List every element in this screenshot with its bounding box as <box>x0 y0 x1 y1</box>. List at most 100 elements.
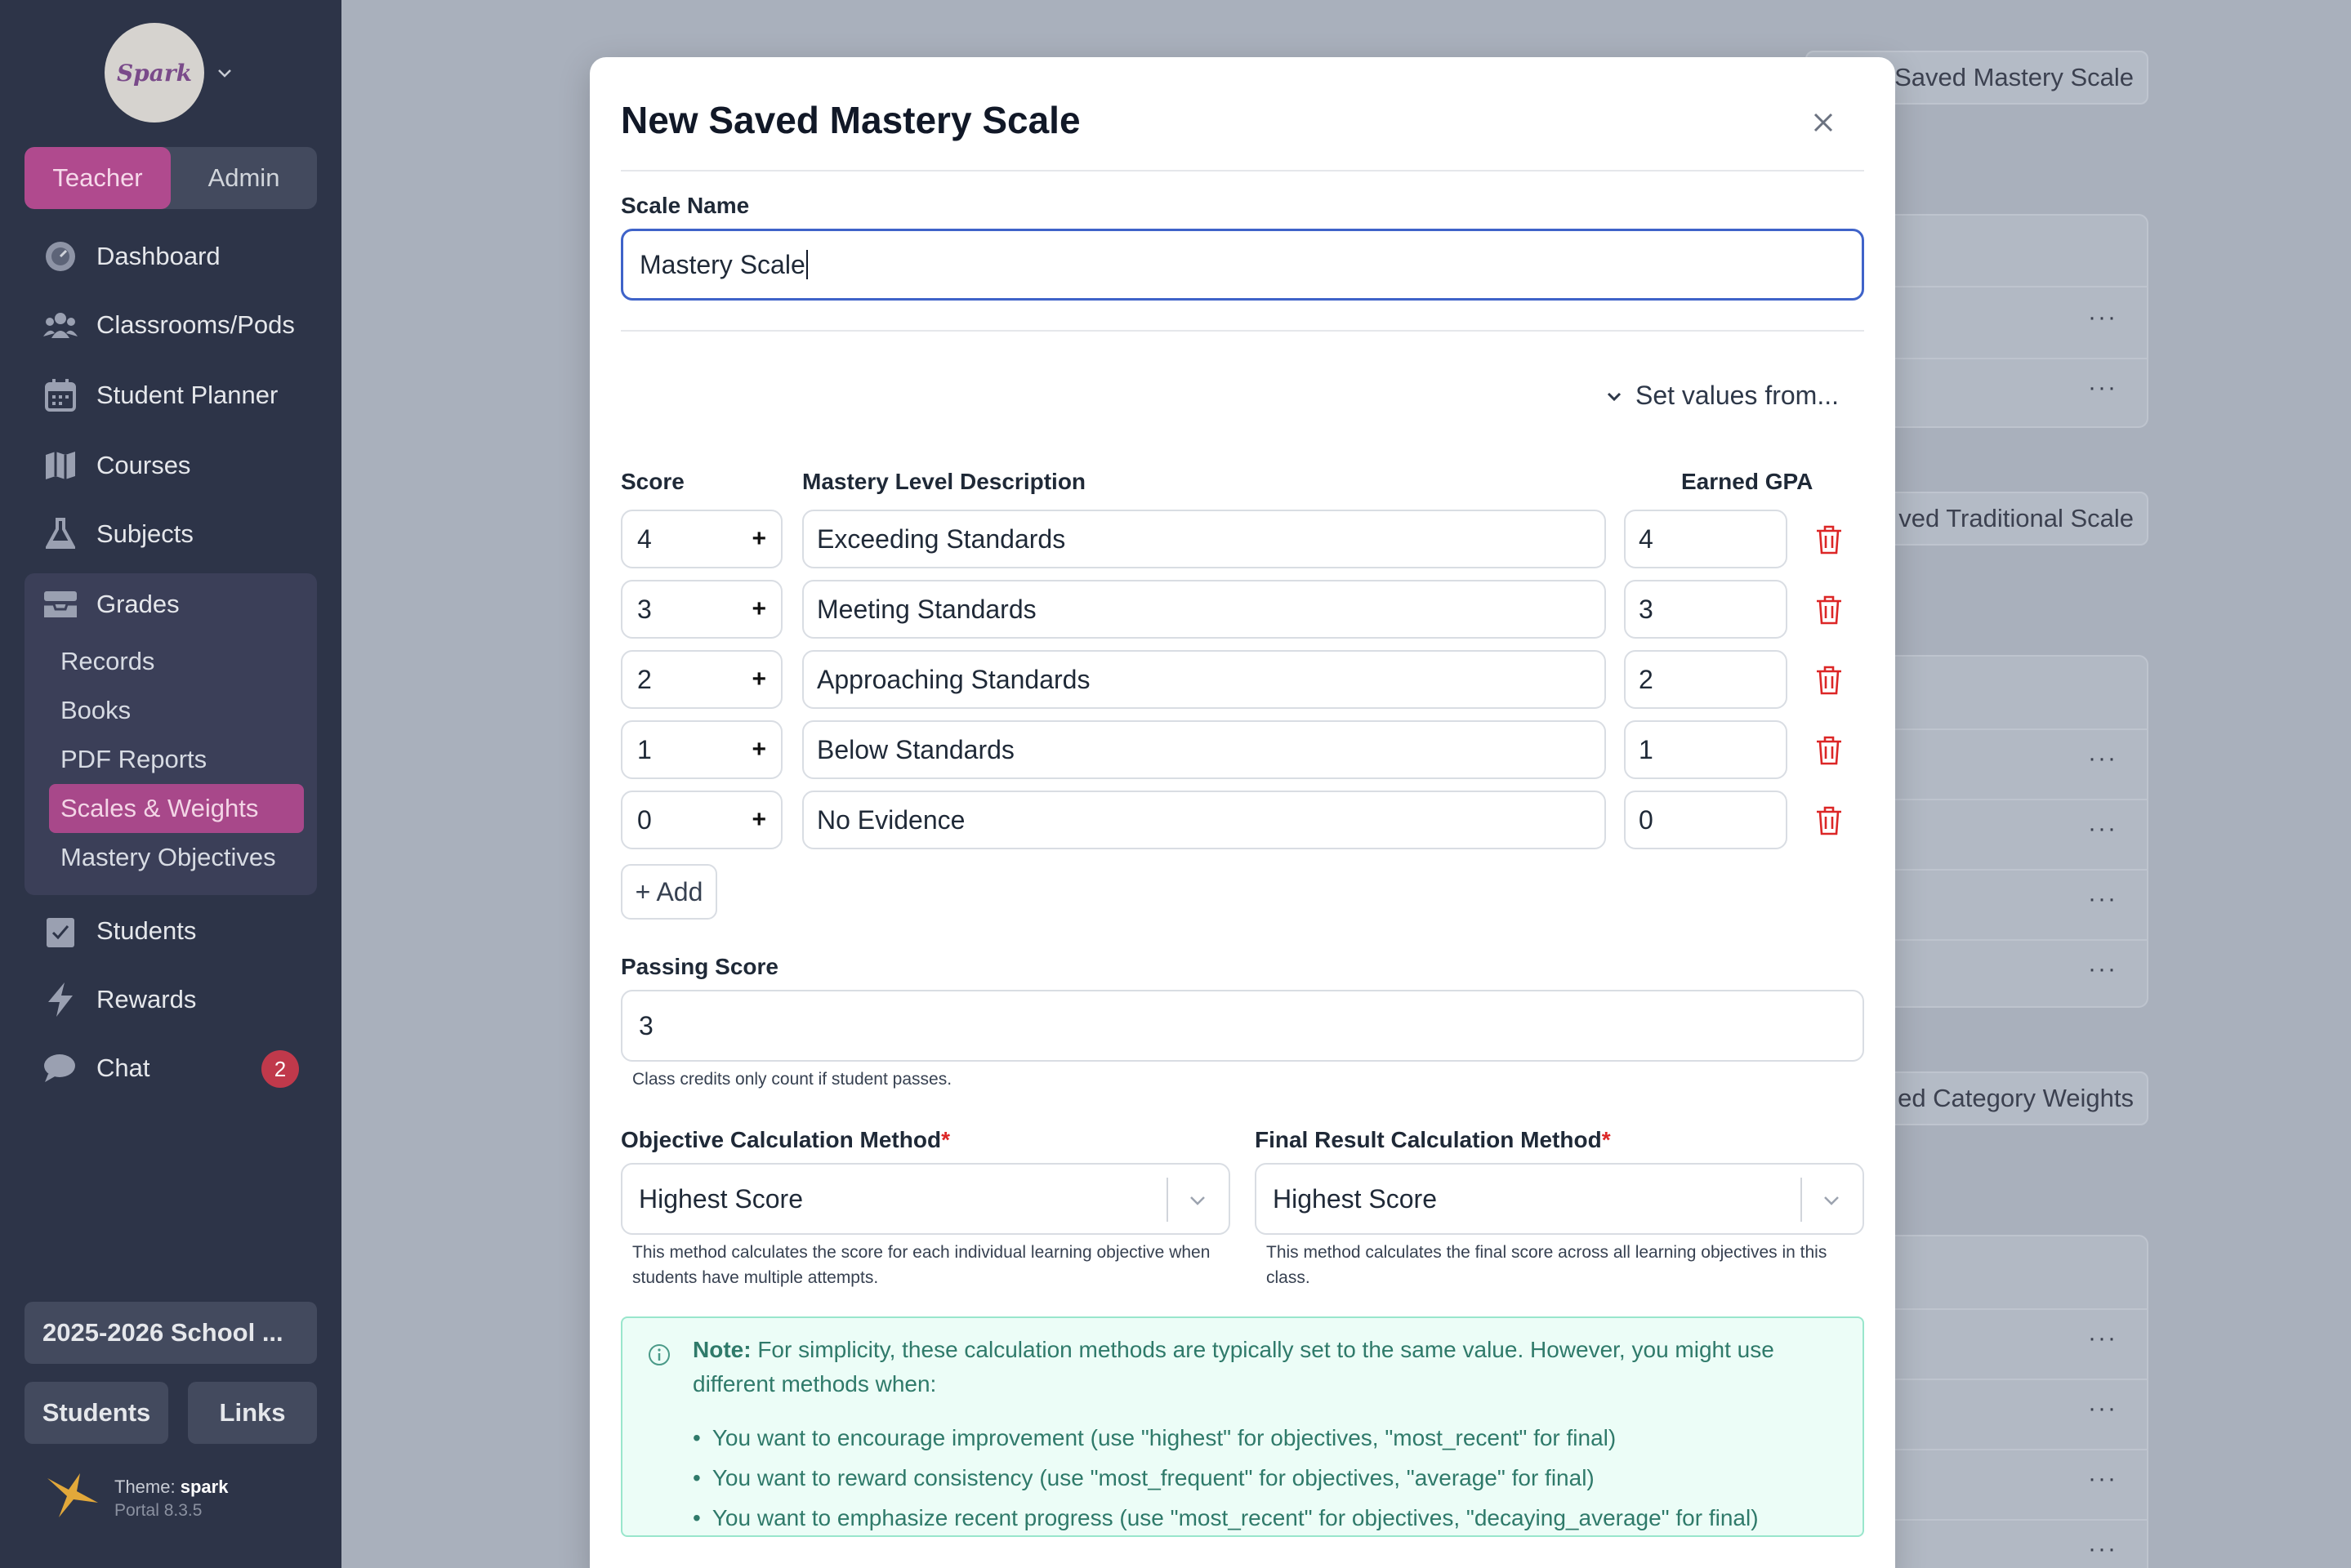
students-button[interactable]: Students <box>25 1382 168 1444</box>
nav-chat[interactable]: Chat <box>42 1044 149 1093</box>
sub-records[interactable]: Records <box>60 647 154 676</box>
bg-divider <box>1879 939 2148 941</box>
scale-name-label: Scale Name <box>621 193 750 218</box>
nav-label: Student Planner <box>96 381 279 409</box>
nav-student-planner[interactable]: Student Planner <box>42 371 278 420</box>
trash-icon[interactable] <box>1815 735 1843 766</box>
nav-classrooms[interactable]: Classrooms/Pods <box>42 301 295 350</box>
final-method-hint: This method calculates the final score a… <box>1266 1243 1827 1287</box>
trash-icon[interactable] <box>1815 805 1843 836</box>
scale-name-value: Mastery Scale <box>640 249 805 279</box>
bg-more-icon: ··· <box>2088 745 2117 772</box>
objective-method-value: Highest Score <box>639 1183 803 1214</box>
score-value: 4 <box>637 523 652 554</box>
gpa-input[interactable]: 4 <box>1624 510 1787 568</box>
plus-icon[interactable]: + <box>752 736 766 764</box>
set-values-dropdown[interactable]: Set values from... <box>1604 381 1839 411</box>
portal-version: Portal 8.3.5 <box>114 1501 203 1520</box>
objective-method-select[interactable]: Highest Score <box>621 1163 1230 1235</box>
description-input[interactable]: Approaching Standards <box>802 650 1606 709</box>
bg-more-icon: ··· <box>2088 1465 2117 1492</box>
theme-name: spark <box>180 1477 229 1497</box>
bg-more-icon: ··· <box>2088 374 2117 401</box>
modal-title: New Saved Mastery Scale <box>621 99 1081 141</box>
bg-divider <box>1879 1449 2148 1450</box>
close-icon[interactable] <box>1807 106 1840 139</box>
bg-divider <box>1879 1519 2148 1521</box>
note-text: Note: For simplicity, these calculation … <box>693 1333 1836 1401</box>
nav-label: Chat <box>96 1054 150 1082</box>
bg-divider <box>1879 1379 2148 1380</box>
bg-divider <box>1879 358 2148 359</box>
trash-icon[interactable] <box>1815 595 1843 626</box>
description-input[interactable]: Below Standards <box>802 720 1606 779</box>
chevron-down-icon <box>1190 1196 1205 1205</box>
inbox-icon <box>42 586 78 622</box>
nav-label: Students <box>96 916 197 945</box>
description-input[interactable]: Meeting Standards <box>802 580 1606 639</box>
nav-grades[interactable]: Grades <box>42 580 180 629</box>
gpa-input[interactable]: 1 <box>1624 720 1787 779</box>
nav-students[interactable]: Students <box>42 906 196 956</box>
school-year-selector[interactable]: 2025-2026 School ... <box>25 1302 317 1364</box>
spark-theme-icon <box>47 1473 98 1517</box>
select-separator <box>1167 1178 1168 1222</box>
description-input[interactable]: Exceeding Standards <box>802 510 1606 568</box>
nav-label: Grades <box>96 590 180 618</box>
sub-mastery-objectives[interactable]: Mastery Objectives <box>60 843 276 872</box>
sub-books[interactable]: Books <box>60 696 131 725</box>
sub-scales-weights[interactable]: Scales & Weights <box>60 794 258 823</box>
text-caret <box>805 250 808 279</box>
final-method-select[interactable]: Highest Score <box>1255 1163 1864 1235</box>
bolt-icon <box>42 982 78 1018</box>
sub-pdf-reports[interactable]: PDF Reports <box>60 745 207 774</box>
links-button[interactable]: Links <box>188 1382 317 1444</box>
bg-more-icon: ··· <box>2088 1395 2117 1422</box>
role-teacher-button[interactable]: Teacher <box>25 147 171 209</box>
passing-score-input[interactable]: 3 <box>621 990 1864 1062</box>
nav-courses[interactable]: Courses <box>42 441 190 490</box>
add-row-button[interactable]: + Add <box>621 864 717 920</box>
note-list: You want to encourage improvement (use "… <box>693 1418 1759 1538</box>
trash-icon[interactable] <box>1815 524 1843 555</box>
objective-method-label: Objective Calculation Method* <box>621 1127 950 1153</box>
scale-name-input[interactable]: Mastery Scale <box>621 229 1864 301</box>
score-input[interactable]: 3 + <box>621 580 783 639</box>
gpa-input[interactable]: 2 <box>1624 650 1787 709</box>
score-input[interactable]: 2 + <box>621 650 783 709</box>
description-input[interactable]: No Evidence <box>802 791 1606 849</box>
score-input[interactable]: 0 + <box>621 791 783 849</box>
chevron-down-icon[interactable] <box>216 64 234 82</box>
bg-divider <box>1879 286 2148 287</box>
plus-icon[interactable]: + <box>752 525 766 553</box>
nav-label: Rewards <box>96 985 197 1013</box>
gpa-input[interactable]: 3 <box>1624 580 1787 639</box>
users-icon <box>42 307 78 343</box>
gpa-column-header: Earned GPA <box>1681 469 1813 494</box>
final-method-value: Highest Score <box>1273 1183 1437 1214</box>
description-column-header: Mastery Level Description <box>802 469 1086 494</box>
bg-more-icon: ··· <box>2088 1535 2117 1562</box>
passing-score-label: Passing Score <box>621 954 778 979</box>
trash-icon[interactable] <box>1815 665 1843 696</box>
required-mark: * <box>941 1127 950 1152</box>
objective-method-text: Objective Calculation Method <box>621 1127 942 1152</box>
bg-more-icon: ··· <box>2088 304 2117 331</box>
bg-divider <box>1879 869 2148 871</box>
score-input[interactable]: 1 + <box>621 720 783 779</box>
plus-icon[interactable]: + <box>752 595 766 623</box>
role-admin-button[interactable]: Admin <box>171 147 317 209</box>
logo-text: Spark <box>116 59 193 87</box>
gpa-input[interactable]: 0 <box>1624 791 1787 849</box>
plus-icon[interactable]: + <box>752 806 766 834</box>
select-separator <box>1800 1178 1802 1222</box>
score-input[interactable]: 4 + <box>621 510 783 568</box>
app-logo[interactable]: Spark <box>105 23 204 122</box>
note-bold: Note: <box>693 1337 752 1362</box>
plus-icon[interactable]: + <box>752 666 766 693</box>
chat-unread-badge: 2 <box>261 1050 299 1088</box>
nav-rewards[interactable]: Rewards <box>42 975 196 1024</box>
nav-dashboard[interactable]: Dashboard <box>42 232 221 281</box>
final-method-text: Final Result Calculation Method <box>1255 1127 1602 1152</box>
nav-subjects[interactable]: Subjects <box>42 510 194 559</box>
